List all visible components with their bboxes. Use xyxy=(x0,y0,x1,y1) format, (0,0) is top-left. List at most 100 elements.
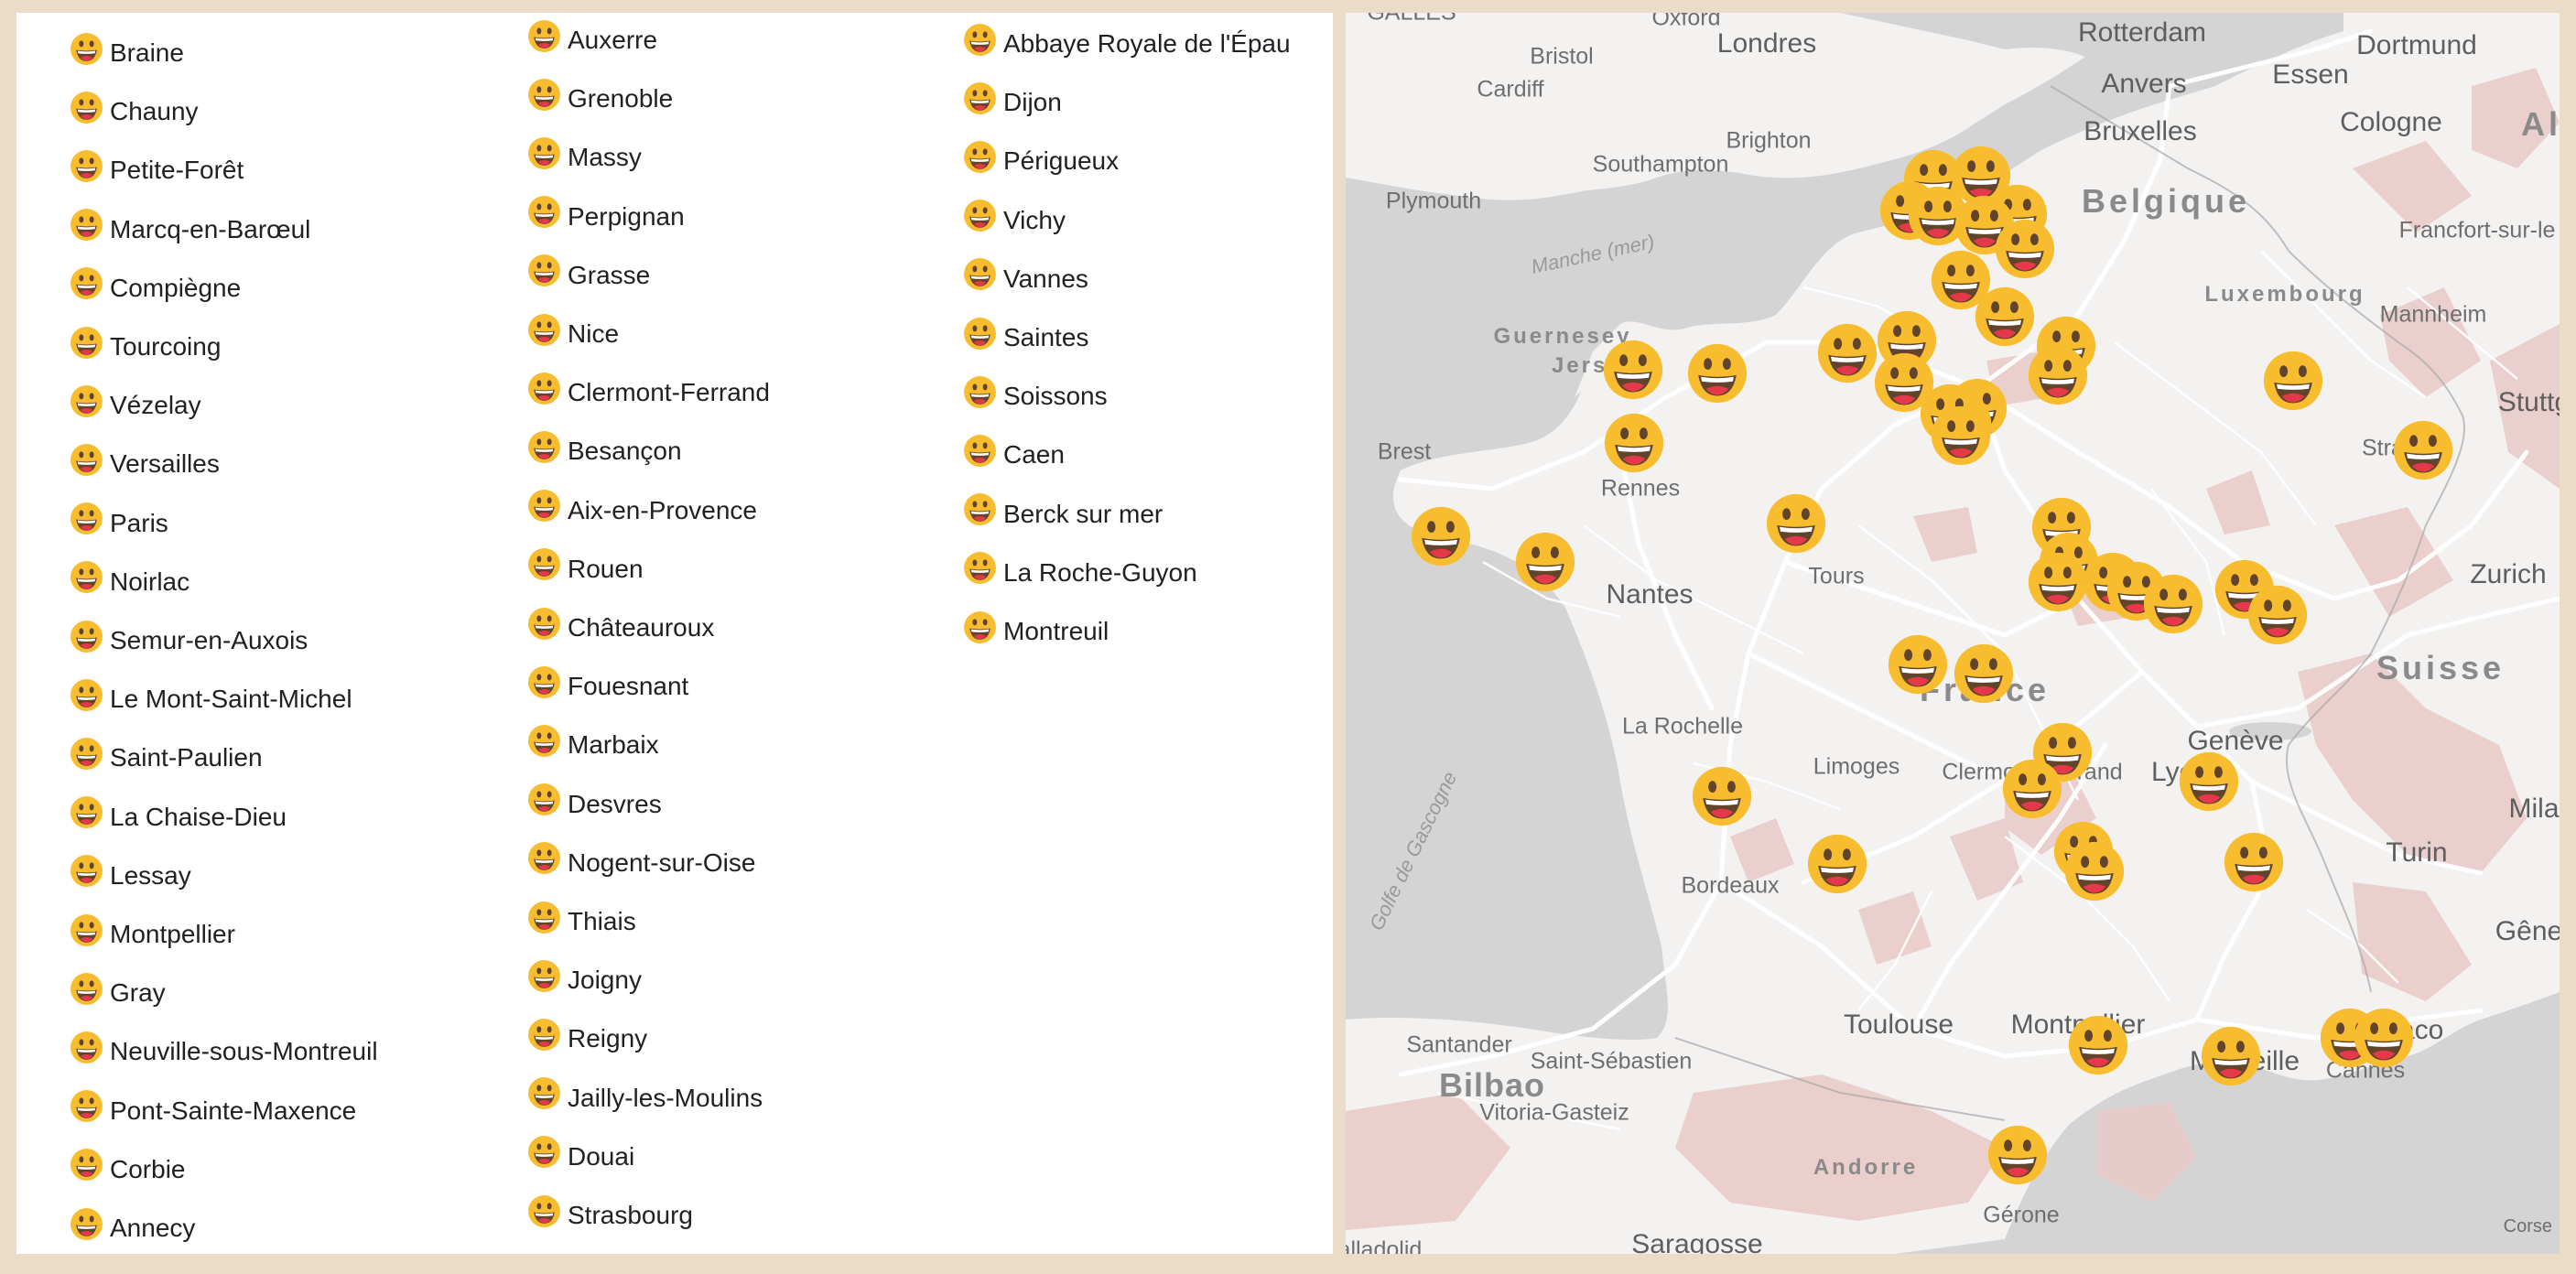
map-marker[interactable] xyxy=(2001,758,2063,820)
grinning-face-icon xyxy=(527,1135,561,1169)
grinning-face-icon xyxy=(963,317,997,351)
place-name: Vézelay xyxy=(110,391,201,420)
map-marker[interactable] xyxy=(2067,1014,2129,1076)
list-item: Joigny xyxy=(527,953,642,1008)
place-name: Neuville-sous-Montreuil xyxy=(110,1037,378,1066)
grinning-face-icon xyxy=(70,149,103,183)
list-item: Massy xyxy=(527,130,642,185)
grinning-face-icon xyxy=(2027,551,2089,613)
list-item: Montreuil xyxy=(963,604,1109,659)
map-marker[interactable] xyxy=(1974,286,2036,348)
map-marker[interactable] xyxy=(1994,218,2056,280)
place-name: Fouesnant xyxy=(568,672,689,701)
map-marker[interactable] xyxy=(2200,1025,2262,1087)
place-name: Gray xyxy=(110,978,166,1008)
map-marker[interactable] xyxy=(2246,584,2309,646)
grinning-face-icon xyxy=(2353,1007,2415,1069)
map-marker[interactable] xyxy=(1953,642,2015,705)
grinning-face-icon xyxy=(2001,758,2063,820)
list-item: Strasbourg xyxy=(527,1188,693,1243)
grinning-face-icon xyxy=(1410,505,1472,567)
place-name: Braine xyxy=(110,38,184,67)
grinning-face-icon xyxy=(527,841,561,875)
grinning-face-icon xyxy=(2142,573,2204,635)
grinning-face-icon xyxy=(527,372,561,405)
place-name: Vichy xyxy=(1003,205,1066,234)
place-label-tours: Tours xyxy=(1808,563,1865,589)
list-item: Thiais xyxy=(527,894,636,949)
map-marker[interactable] xyxy=(1765,492,1827,555)
map-marker[interactable] xyxy=(1691,765,1753,827)
map-marker[interactable] xyxy=(2223,831,2285,893)
list-item: Fouesnant xyxy=(527,659,688,714)
place-label-francfort: Francfort-sur-le xyxy=(2398,217,2556,243)
map-marker[interactable] xyxy=(1816,322,1878,384)
map-marker[interactable] xyxy=(2353,1007,2415,1069)
map-marker[interactable] xyxy=(2262,350,2324,412)
map-marker[interactable] xyxy=(2392,419,2454,481)
grinning-face-icon xyxy=(1816,322,1878,384)
place-name: Châteauroux xyxy=(568,613,715,642)
map-marker[interactable] xyxy=(2142,573,2204,635)
place-name: Noirlac xyxy=(110,567,190,596)
place-label-la-rochelle: La Rochelle xyxy=(1621,713,1744,740)
place-label-mila: Mila xyxy=(2508,794,2560,824)
list-item: Semur-en-Auxois xyxy=(70,613,308,668)
grinning-face-icon xyxy=(70,266,103,300)
place-name: Auxerre xyxy=(568,26,658,54)
grinning-face-icon xyxy=(70,620,103,653)
list-item: Jailly-les-Moulins xyxy=(527,1071,763,1126)
grinning-face-icon xyxy=(527,195,561,229)
place-name: Périgueux xyxy=(1003,146,1120,176)
grinning-face-icon xyxy=(1691,765,1753,827)
place-name: Le Mont-Saint-Michel xyxy=(110,685,352,714)
grinning-face-icon xyxy=(527,665,561,699)
place-label-bruxelles: Bruxelles xyxy=(2084,116,2197,146)
list-item: Aix-en-Provence xyxy=(527,483,757,538)
place-name: Thiais xyxy=(568,907,636,935)
map-marker[interactable] xyxy=(2027,344,2089,406)
place-name: Saint-Paulien xyxy=(110,743,263,772)
map-marker[interactable] xyxy=(2063,840,2126,902)
place-label-mannheim: Mannheim xyxy=(2379,301,2487,328)
grinning-face-icon xyxy=(1994,218,2056,280)
grinning-face-icon xyxy=(527,430,561,464)
list-item: Berck sur mer xyxy=(963,487,1163,542)
place-name: Tourcoing xyxy=(110,332,222,361)
map-marker[interactable] xyxy=(1986,1124,2049,1186)
grinning-face-icon xyxy=(1974,286,2036,348)
list-item: Paris xyxy=(70,496,168,551)
place-name: Perpignan xyxy=(568,201,685,231)
place-label-cologne: Cologne xyxy=(2340,107,2442,137)
grinning-face-icon xyxy=(1514,531,1576,593)
map-marker[interactable] xyxy=(1887,633,1949,696)
map-marker[interactable] xyxy=(1514,531,1576,593)
grinning-face-icon xyxy=(527,959,561,993)
list-item: Vézelay xyxy=(70,378,201,433)
grinning-face-icon xyxy=(527,724,561,758)
grinning-face-icon xyxy=(1603,412,1665,474)
grinning-face-icon xyxy=(2063,840,2126,902)
list-item: Le Mont-Saint-Michel xyxy=(70,672,352,727)
grinning-face-icon xyxy=(2200,1025,2262,1087)
map-marker[interactable] xyxy=(1686,342,1748,405)
map-marker[interactable] xyxy=(2027,551,2089,613)
map-marker[interactable] xyxy=(1410,505,1472,567)
place-label-suisse: Suisse xyxy=(2376,649,2506,686)
grinning-face-icon xyxy=(70,795,103,829)
place-label-al: Al xyxy=(2521,105,2560,143)
grinning-face-icon xyxy=(527,547,561,581)
map[interactable]: GALLES Oxford Londres Bristol Cardiff Ro… xyxy=(1346,13,2560,1254)
place-name: Joigny xyxy=(568,966,642,995)
map-marker[interactable] xyxy=(2178,750,2240,813)
grinning-face-icon xyxy=(70,854,103,888)
place-label-bristol: Bristol xyxy=(1530,43,1594,70)
map-marker[interactable] xyxy=(1930,405,1992,467)
list-item: Reigny xyxy=(527,1011,647,1066)
list-item: Neuville-sous-Montreuil xyxy=(70,1024,378,1079)
place-name: Petite-Forêt xyxy=(110,156,244,185)
grinning-face-icon xyxy=(1887,633,1949,696)
map-marker[interactable] xyxy=(1603,412,1665,474)
map-marker[interactable] xyxy=(1602,339,1664,401)
map-marker[interactable] xyxy=(1806,833,1868,895)
